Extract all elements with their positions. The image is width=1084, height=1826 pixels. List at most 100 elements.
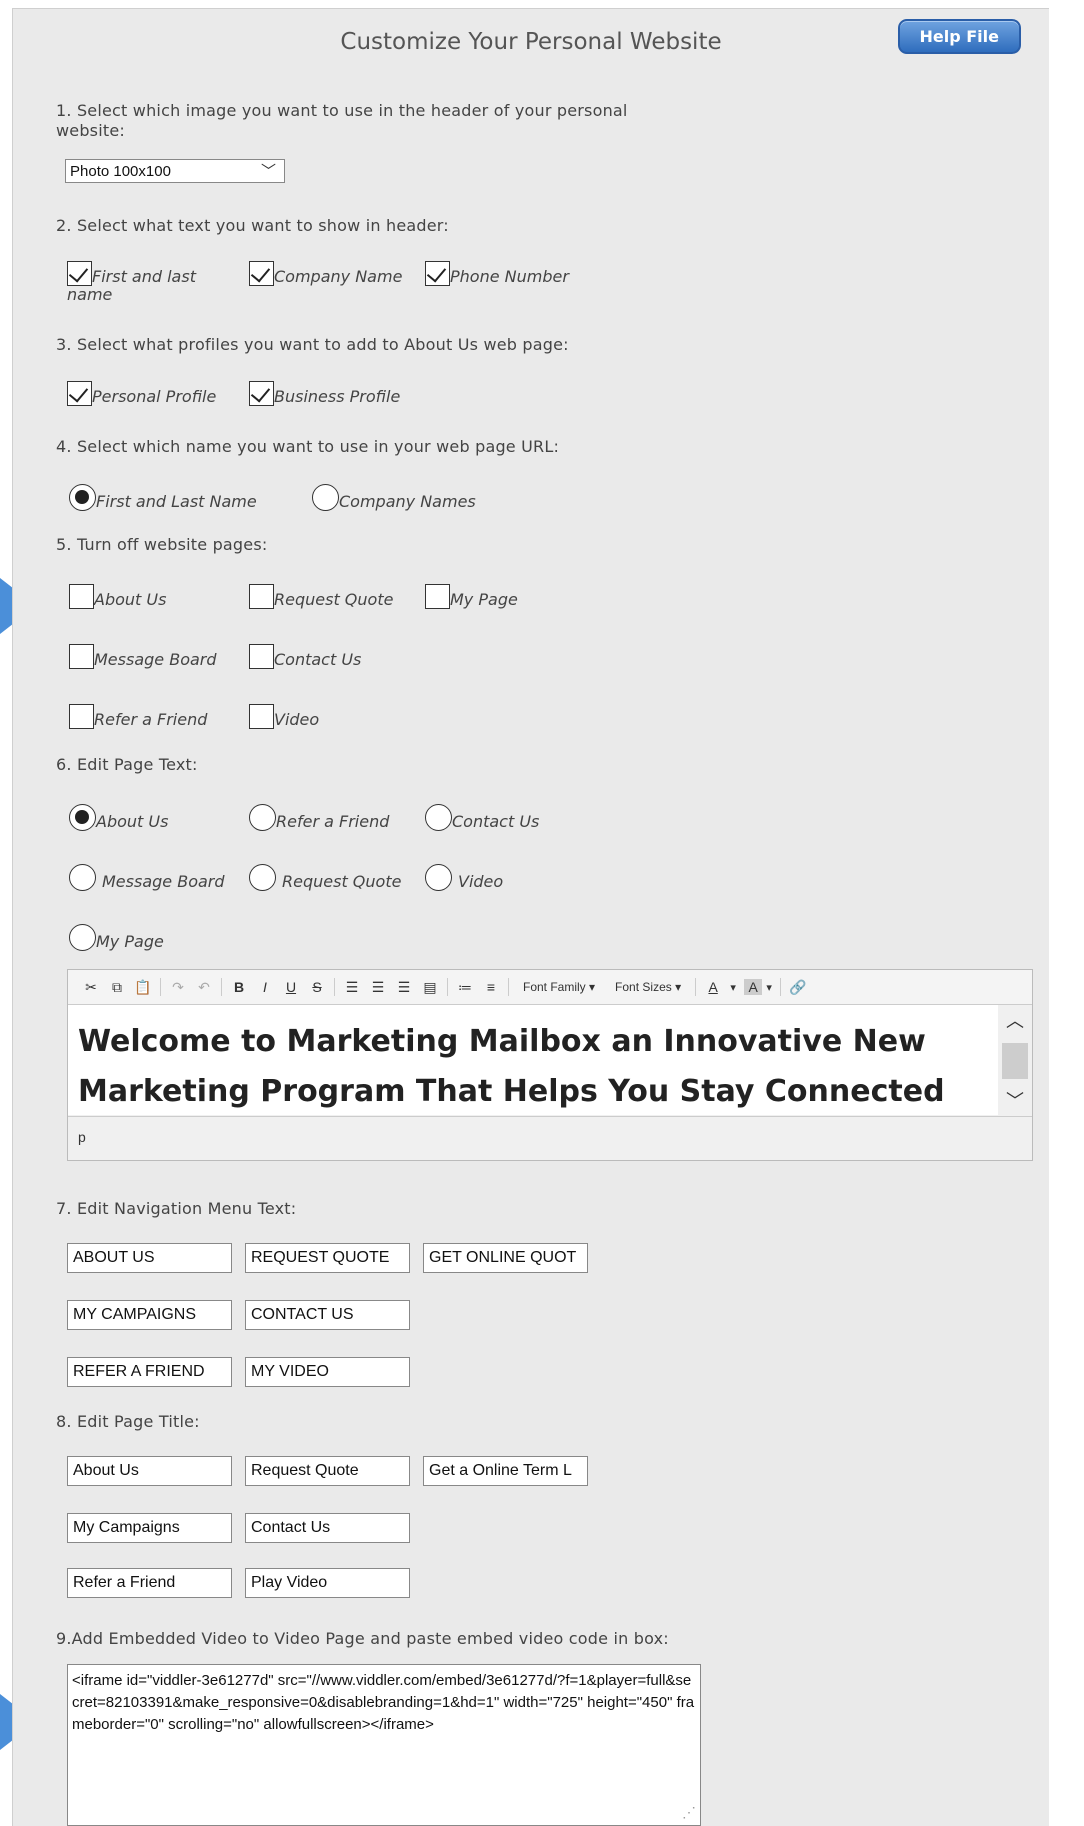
option-company-name[interactable]: Company Name: [249, 261, 402, 286]
option-personal-profile[interactable]: Personal Profile: [67, 381, 216, 406]
background-color-icon[interactable]: A: [744, 979, 763, 995]
option-url-company[interactable]: Company Names: [312, 484, 476, 511]
link-icon[interactable]: 🔗: [785, 979, 811, 996]
cut-icon[interactable]: ✂: [78, 979, 104, 996]
redo-icon[interactable]: ↷: [165, 979, 191, 996]
option-text-refer[interactable]: Refer a Friend: [249, 804, 389, 831]
option-off-refer[interactable]: Refer a Friend: [69, 704, 207, 729]
title-request-input[interactable]: Request Quote: [245, 1456, 410, 1486]
title-online-input[interactable]: Get a Online Term L: [423, 1456, 588, 1486]
checkbox-business-profile[interactable]: [249, 381, 274, 406]
section-1-label: 1. Select which image you want to use in…: [56, 101, 628, 140]
option-off-mypage[interactable]: My Page: [425, 584, 518, 609]
radio-url-first-last[interactable]: [69, 484, 96, 511]
header-image-select[interactable]: Photo 100x100 ﹀: [65, 159, 285, 183]
checkbox-company-name[interactable]: [249, 261, 274, 286]
option-off-about[interactable]: About Us: [69, 584, 166, 609]
radio-text-refer[interactable]: [249, 804, 276, 831]
radio-text-contact[interactable]: [425, 804, 452, 831]
nav-text-contact-input[interactable]: CONTACT US: [245, 1300, 410, 1330]
undo-icon[interactable]: ↶: [191, 979, 217, 996]
section-4-label: 4. Select which name you want to use in …: [56, 437, 560, 456]
checkbox-off-request[interactable]: [249, 584, 274, 609]
option-text-request[interactable]: Request Quote: [249, 864, 401, 891]
align-justify-icon[interactable]: ▤: [417, 979, 443, 996]
title-video-input[interactable]: Play Video: [245, 1568, 410, 1598]
radio-text-about[interactable]: [69, 804, 96, 831]
radio-text-video[interactable]: [425, 864, 452, 891]
scroll-up-icon[interactable]: ︿: [998, 1007, 1032, 1033]
nav-text-refer-input[interactable]: REFER A FRIEND: [67, 1357, 232, 1387]
option-off-request[interactable]: Request Quote: [249, 584, 393, 609]
radio-text-request[interactable]: [249, 864, 276, 891]
title-contact-input[interactable]: Contact Us: [245, 1513, 410, 1543]
editor-scrollbar[interactable]: ︿ ﹀: [998, 1005, 1032, 1115]
section-5-label: 5. Turn off website pages:: [56, 535, 268, 554]
font-sizes-dropdown[interactable]: Font Sizes ▾: [615, 980, 681, 994]
option-text-about[interactable]: About Us: [69, 804, 168, 831]
option-business-profile[interactable]: Business Profile: [249, 381, 400, 406]
bold-icon[interactable]: B: [226, 979, 252, 995]
scrollbar-thumb[interactable]: [1002, 1043, 1028, 1079]
nav-text-video-input[interactable]: MY VIDEO: [245, 1357, 410, 1387]
checkbox-off-board[interactable]: [69, 644, 94, 669]
scroll-down-icon[interactable]: ﹀: [998, 1087, 1032, 1113]
radio-url-company[interactable]: [312, 484, 339, 511]
copy-icon[interactable]: ⧉: [104, 979, 130, 996]
editor-content-area[interactable]: Welcome to Marketing Mailbox an Innovati…: [68, 1005, 998, 1115]
chevron-down-icon[interactable]: ▾: [762, 981, 776, 994]
align-left-icon[interactable]: ☰: [339, 979, 365, 996]
title-about-input[interactable]: About Us: [67, 1456, 232, 1486]
font-family-dropdown[interactable]: Font Family ▾: [523, 980, 595, 994]
help-file-button[interactable]: Help File: [897, 19, 1021, 54]
align-center-icon[interactable]: ☰: [365, 979, 391, 996]
chevron-down-icon[interactable]: ▾: [726, 981, 740, 994]
nav-text-campaigns-input[interactable]: MY CAMPAIGNS: [67, 1300, 232, 1330]
checkbox-off-refer[interactable]: [69, 704, 94, 729]
option-text-board[interactable]: Message Board: [69, 864, 225, 891]
checkbox-personal-profile[interactable]: [67, 381, 92, 406]
underline-icon[interactable]: U: [278, 979, 304, 995]
option-off-video[interactable]: Video: [249, 704, 319, 729]
rich-text-editor: ✂ ⧉ 📋 ↷ ↶ B I U S ☰ ☰ ☰ ▤ ≔ ≡ Font Famil…: [67, 969, 1033, 1161]
option-first-last-name[interactable]: First and last name: [67, 261, 227, 304]
editor-path-bar: p: [68, 1116, 1032, 1160]
nav-text-online-input[interactable]: GET ONLINE QUOT: [423, 1243, 588, 1273]
italic-icon[interactable]: I: [252, 979, 278, 995]
checkbox-off-video[interactable]: [249, 704, 274, 729]
option-url-first-last[interactable]: First and Last Name: [69, 484, 257, 511]
option-text-mypage[interactable]: My Page: [69, 924, 164, 951]
option-text-video[interactable]: Video: [425, 864, 503, 891]
toolbar-separator: [508, 978, 509, 996]
nav-text-request-input[interactable]: REQUEST QUOTE: [245, 1243, 410, 1273]
option-off-contact[interactable]: Contact Us: [249, 644, 361, 669]
checkbox-off-mypage[interactable]: [425, 584, 450, 609]
option-off-board[interactable]: Message Board: [69, 644, 217, 669]
title-refer-input[interactable]: Refer a Friend: [67, 1568, 232, 1598]
radio-text-mypage[interactable]: [69, 924, 96, 951]
resize-grip-icon[interactable]: ⋰: [682, 1801, 696, 1823]
text-color-icon[interactable]: A: [700, 979, 726, 995]
embed-video-code-textarea[interactable]: <iframe id="viddler-3e61277d" src="//www…: [67, 1664, 701, 1826]
paste-icon[interactable]: 📋: [130, 979, 156, 996]
toolbar-separator: [695, 978, 697, 996]
checkbox-first-last-name[interactable]: [67, 261, 92, 286]
toolbar-separator: [221, 978, 222, 996]
align-right-icon[interactable]: ☰: [391, 979, 417, 996]
title-campaigns-input[interactable]: My Campaigns: [67, 1513, 232, 1543]
section-2-label: 2. Select what text you want to show in …: [56, 216, 449, 235]
checkbox-off-contact[interactable]: [249, 644, 274, 669]
checkbox-phone-number[interactable]: [425, 261, 450, 286]
bullet-list-icon[interactable]: ≔: [452, 979, 478, 996]
radio-text-board[interactable]: [69, 864, 96, 891]
customize-panel: Customize Your Personal Website Help Fil…: [12, 8, 1049, 1826]
numbered-list-icon[interactable]: ≡: [478, 979, 504, 995]
toolbar-separator: [160, 978, 161, 996]
option-text-contact[interactable]: Contact Us: [425, 804, 539, 831]
option-phone-number[interactable]: Phone Number: [425, 261, 569, 286]
nav-text-about-input[interactable]: ABOUT US: [67, 1243, 232, 1273]
section-6-label: 6. Edit Page Text:: [56, 755, 198, 774]
checkbox-off-about[interactable]: [69, 584, 94, 609]
editor-content-text: Welcome to Marketing Mailbox an Innovati…: [78, 1024, 945, 1109]
strikethrough-icon[interactable]: S: [304, 979, 330, 995]
